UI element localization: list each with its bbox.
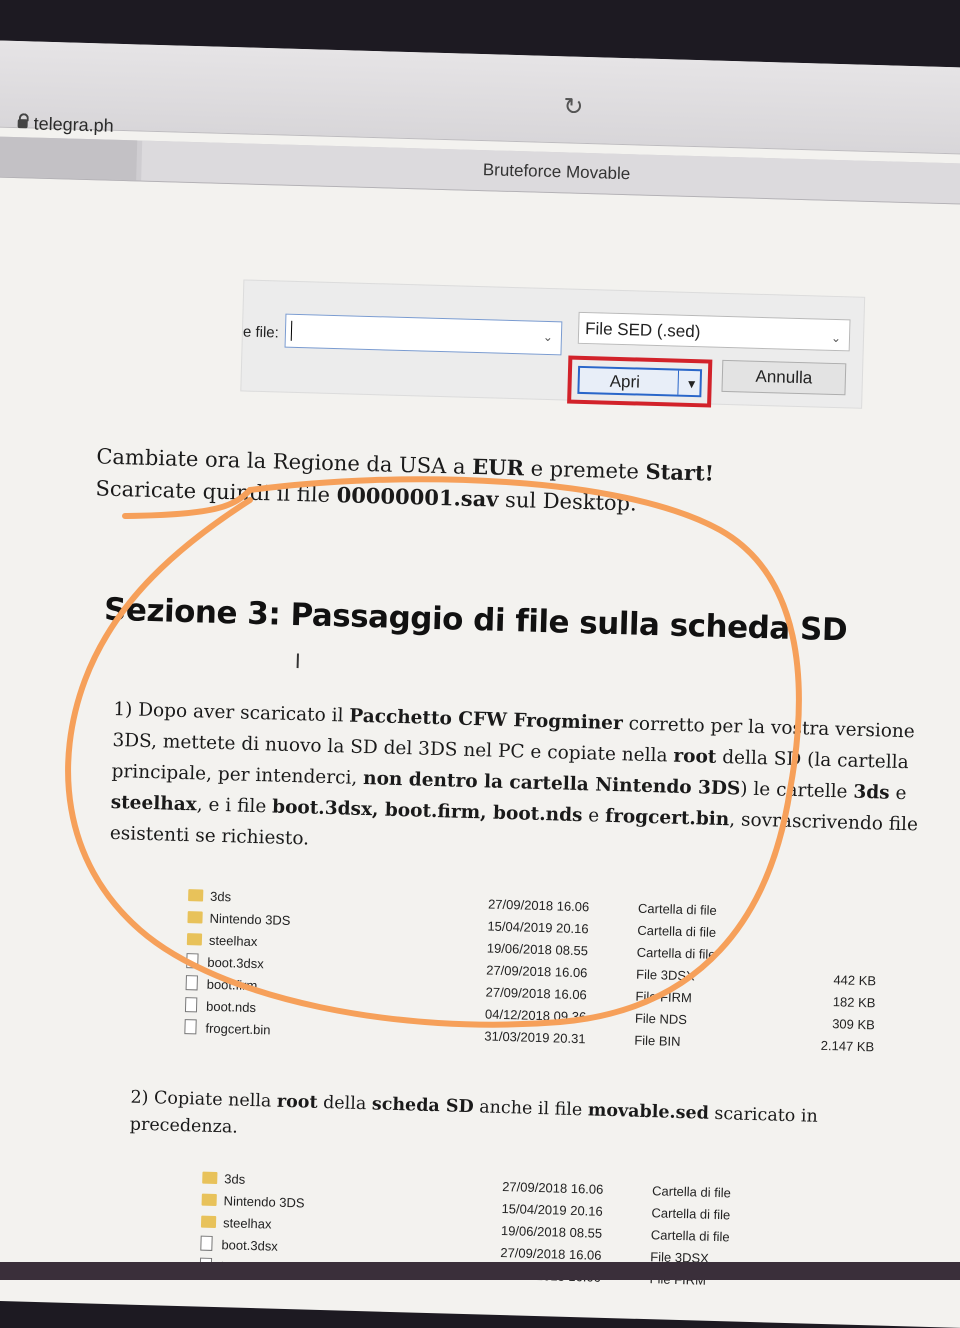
text-caret	[290, 320, 293, 341]
file-type: File BIN	[634, 1032, 681, 1049]
file-name: boot.3dsx	[221, 1237, 279, 1254]
file-size: 182 KB	[832, 993, 876, 1010]
open-button-label: Apri	[609, 371, 641, 392]
file-size: 2.147 KB	[820, 1037, 875, 1054]
step-1-paragraph: 1) Dopo aver scaricato il Pacchetto CFW …	[109, 694, 953, 872]
region-eur: EUR	[471, 453, 525, 481]
filename-label: e file:	[242, 323, 280, 342]
text: e premete	[523, 456, 646, 484]
file-type-select[interactable]: File SED (.sed) ⌄	[577, 311, 851, 354]
text: e	[582, 805, 606, 827]
file-size	[806, 945, 877, 969]
file-name: boot.firm	[206, 976, 258, 994]
file-name: frogcert.bin	[205, 1020, 271, 1038]
folder-name: 3ds	[853, 781, 890, 804]
text: e	[889, 782, 907, 805]
file-icon	[184, 997, 198, 1013]
text: della	[317, 1092, 373, 1115]
open-button[interactable]: Apri ▼	[577, 365, 703, 398]
text: sul Desktop.	[498, 487, 638, 516]
file-name: 3ds	[209, 888, 232, 904]
package-name: Pacchetto CFW Frogminer	[349, 705, 624, 735]
folder-icon	[186, 932, 203, 946]
file-name: steelhax	[208, 932, 258, 949]
file-size	[807, 923, 878, 947]
file-size	[808, 901, 879, 925]
instruction-line-2: Scaricate quindi il file 00000001.sav su…	[95, 475, 637, 515]
root-term: root	[276, 1091, 318, 1113]
text: 2) Copiate nella	[130, 1087, 278, 1112]
section-title: Sezione 3: Passaggio di file sulla sched…	[103, 591, 848, 649]
cancel-button[interactable]: Annulla	[721, 359, 847, 396]
text-cursor-icon: I	[294, 649, 302, 674]
start-label: Start!	[645, 458, 715, 486]
step-2-paragraph: 2) Copiate nella root della scheda SD an…	[129, 1085, 930, 1161]
file-icon	[200, 1235, 213, 1251]
text: , e i file	[196, 794, 273, 818]
file-name: Nintendo 3DS	[223, 1192, 305, 1211]
sd-term: scheda SD	[371, 1094, 474, 1118]
file-date: 31/03/2019 20.31	[484, 1027, 586, 1046]
browser-toolbar: telegra.ph ↻	[0, 40, 960, 156]
split-divider	[677, 370, 680, 395]
file-names: boot.3dsx, boot.firm, boot.nds	[271, 796, 583, 827]
text: Cambiate ora la Regione da USA a	[96, 444, 473, 479]
file-name: boot.3dsx	[207, 954, 264, 972]
text: ) le cartelle	[740, 778, 854, 803]
text: Scaricate quindi il file	[95, 476, 338, 508]
file-type-value: File SED (.sed)	[584, 319, 701, 342]
file-name: frogcert.bin	[604, 805, 730, 831]
file-name: 00000001.sav	[336, 482, 499, 512]
file-name: 3ds	[224, 1170, 246, 1187]
lock-icon	[17, 119, 28, 129]
folder-icon	[201, 1193, 217, 1206]
file-icon	[186, 953, 199, 969]
dock	[0, 1262, 960, 1280]
text: 1) Dopo aver scaricato il	[113, 698, 350, 727]
file-icon	[185, 975, 198, 991]
open-button-highlight: Apri ▼	[567, 355, 713, 408]
file-list-1: 3ds 27/09/2018 16.06 Cartella di file Ninte…	[184, 884, 878, 1057]
file-name: Nintendo 3DS	[209, 910, 291, 928]
text: anche il file	[473, 1097, 589, 1121]
file-size: 442 KB	[833, 971, 877, 988]
tab-background[interactable]	[0, 135, 138, 181]
url-text: telegra.ph	[33, 113, 114, 136]
folder-icon	[202, 1171, 218, 1184]
folder-icon	[200, 1215, 217, 1228]
chevron-down-icon[interactable]: ⌄	[831, 322, 842, 354]
caret-down-icon[interactable]: ▼	[685, 371, 698, 397]
filename-input[interactable]: ⌄	[284, 313, 563, 356]
emphasis: non dentro la cartella Nintendo 3DS	[362, 767, 741, 800]
file-size: 309 KB	[832, 1015, 876, 1032]
screen: telegra.ph ↻ Bruteforce Movable e file: …	[0, 40, 960, 1328]
file-name: boot.nds	[205, 998, 257, 1016]
reload-icon[interactable]: ↻	[563, 92, 584, 121]
folder-name: steelhax	[110, 791, 198, 816]
file-name: steelhax	[222, 1214, 272, 1232]
root-term: root	[673, 745, 717, 768]
chevron-down-icon[interactable]: ⌄	[543, 330, 553, 344]
file-icon	[184, 1019, 197, 1035]
file-name: movable.sed	[587, 1100, 710, 1124]
folder-icon	[187, 910, 203, 924]
folder-icon	[188, 888, 204, 902]
address-bar[interactable]: telegra.ph	[17, 113, 114, 137]
open-file-dialog: e file: ⌄ File SED (.sed) ⌄ Apri ▼ Annul…	[240, 279, 866, 409]
